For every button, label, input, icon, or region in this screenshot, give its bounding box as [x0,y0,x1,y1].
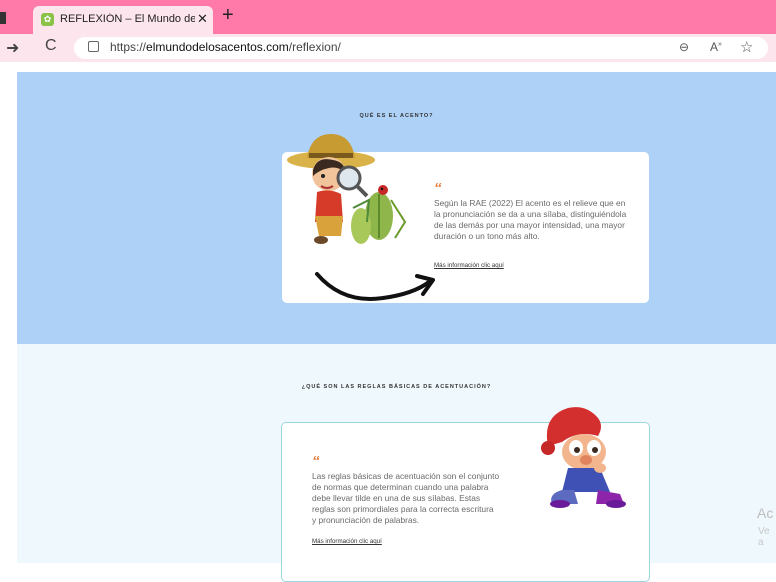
quote-icon: “ [434,180,442,197]
left-gutter [0,62,17,563]
section-heading: QUÉ ES EL ACENTO? [359,113,434,119]
section-basic-accent-rules: ¿QUÉ SON LAS REGLAS BÁSICAS DE ACENTUACI… [17,344,776,582]
thinking-gnome-illustration [541,407,626,508]
activation-watermark-subtext: Ve a [758,526,770,548]
reload-icon[interactable]: C [45,37,57,55]
page-top-gap [17,62,776,72]
lock-icon[interactable] [88,41,99,52]
url-path: /reflexion/ [288,40,341,54]
address-toolbar: ➜ C https://elmundodelosacentos.com/refl… [0,34,776,62]
curved-arrow-icon [315,272,435,301]
activation-watermark: Ac [757,505,774,521]
url-prefix: https:// [110,40,147,54]
section-heading: ¿QUÉ SON LAS REGLAS BÁSICAS DE ACENTUACI… [301,384,492,390]
explorer-boy-illustration [287,134,407,244]
forward-arrow-icon[interactable]: ➜ [6,38,19,58]
zoom-icon[interactable]: ⊖ [679,40,689,54]
card-text: Las reglas básicas de acentuación son el… [312,471,500,525]
more-info-link[interactable]: Más información clic aquí [312,538,382,545]
section-what-is-accent: QUÉ ES EL ACENTO? “ Según la RAE (2022) … [17,72,776,344]
site-favicon-icon: ✿ [41,13,54,26]
browser-tab-active[interactable]: ✿ REFLEXIÓN – El Mundo de los Ac ✕ [33,6,213,34]
read-aloud-icon[interactable]: A» [710,40,722,54]
url-text[interactable]: https://elmundodelosacentos.com/reflexio… [110,40,341,54]
more-info-link[interactable]: Más información clic aquí [434,262,504,269]
url-domain: elmundodelosacentos.com [146,40,289,54]
url-bar[interactable]: https://elmundodelosacentos.com/reflexio… [74,37,768,59]
browser-tab-bar: ✿ REFLEXIÓN – El Mundo de los Ac ✕ + [0,0,776,34]
favorite-star-icon[interactable]: ☆ [740,38,753,56]
quote-icon: “ [312,453,320,470]
window-menu-icon[interactable] [0,12,6,24]
close-tab-icon[interactable]: ✕ [197,11,208,27]
card-text: Según la RAE (2022) El acento es el reli… [434,198,627,241]
new-tab-button[interactable]: + [222,4,234,27]
tab-title: REFLEXIÓN – El Mundo de los Ac [60,13,195,25]
